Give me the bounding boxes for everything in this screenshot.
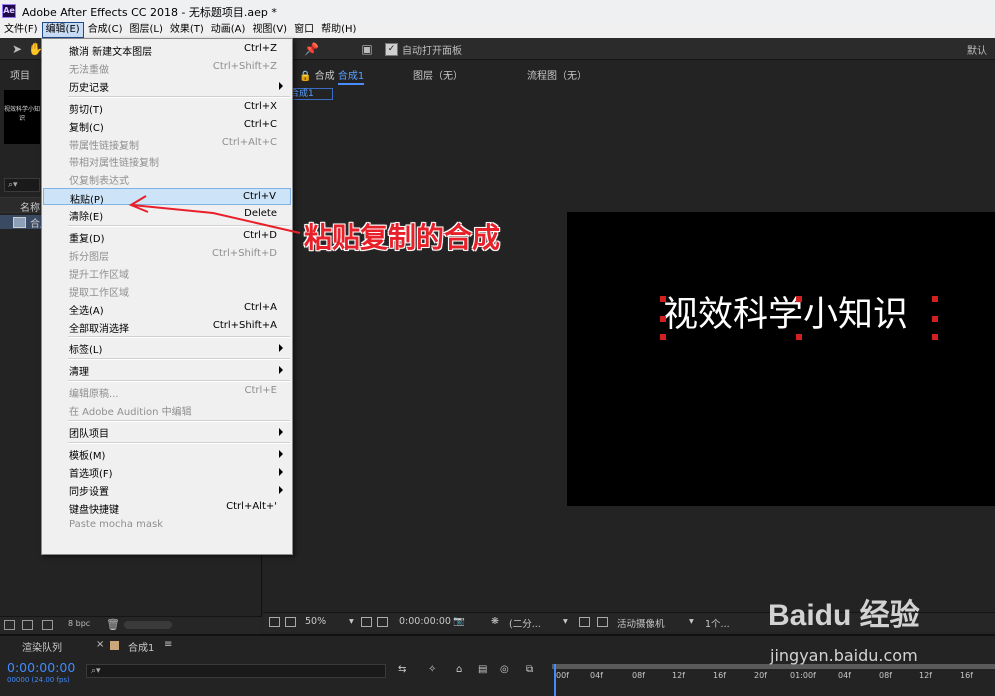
annotation-label: 粘贴复制的合成 xyxy=(304,221,501,254)
baidu-logo: Baidu 经验 xyxy=(768,599,920,632)
watermark-url: jingyan.baidu.com xyxy=(770,646,918,665)
baidu-watermark: Baidu 经验 jingyan.baidu.com xyxy=(768,590,993,680)
